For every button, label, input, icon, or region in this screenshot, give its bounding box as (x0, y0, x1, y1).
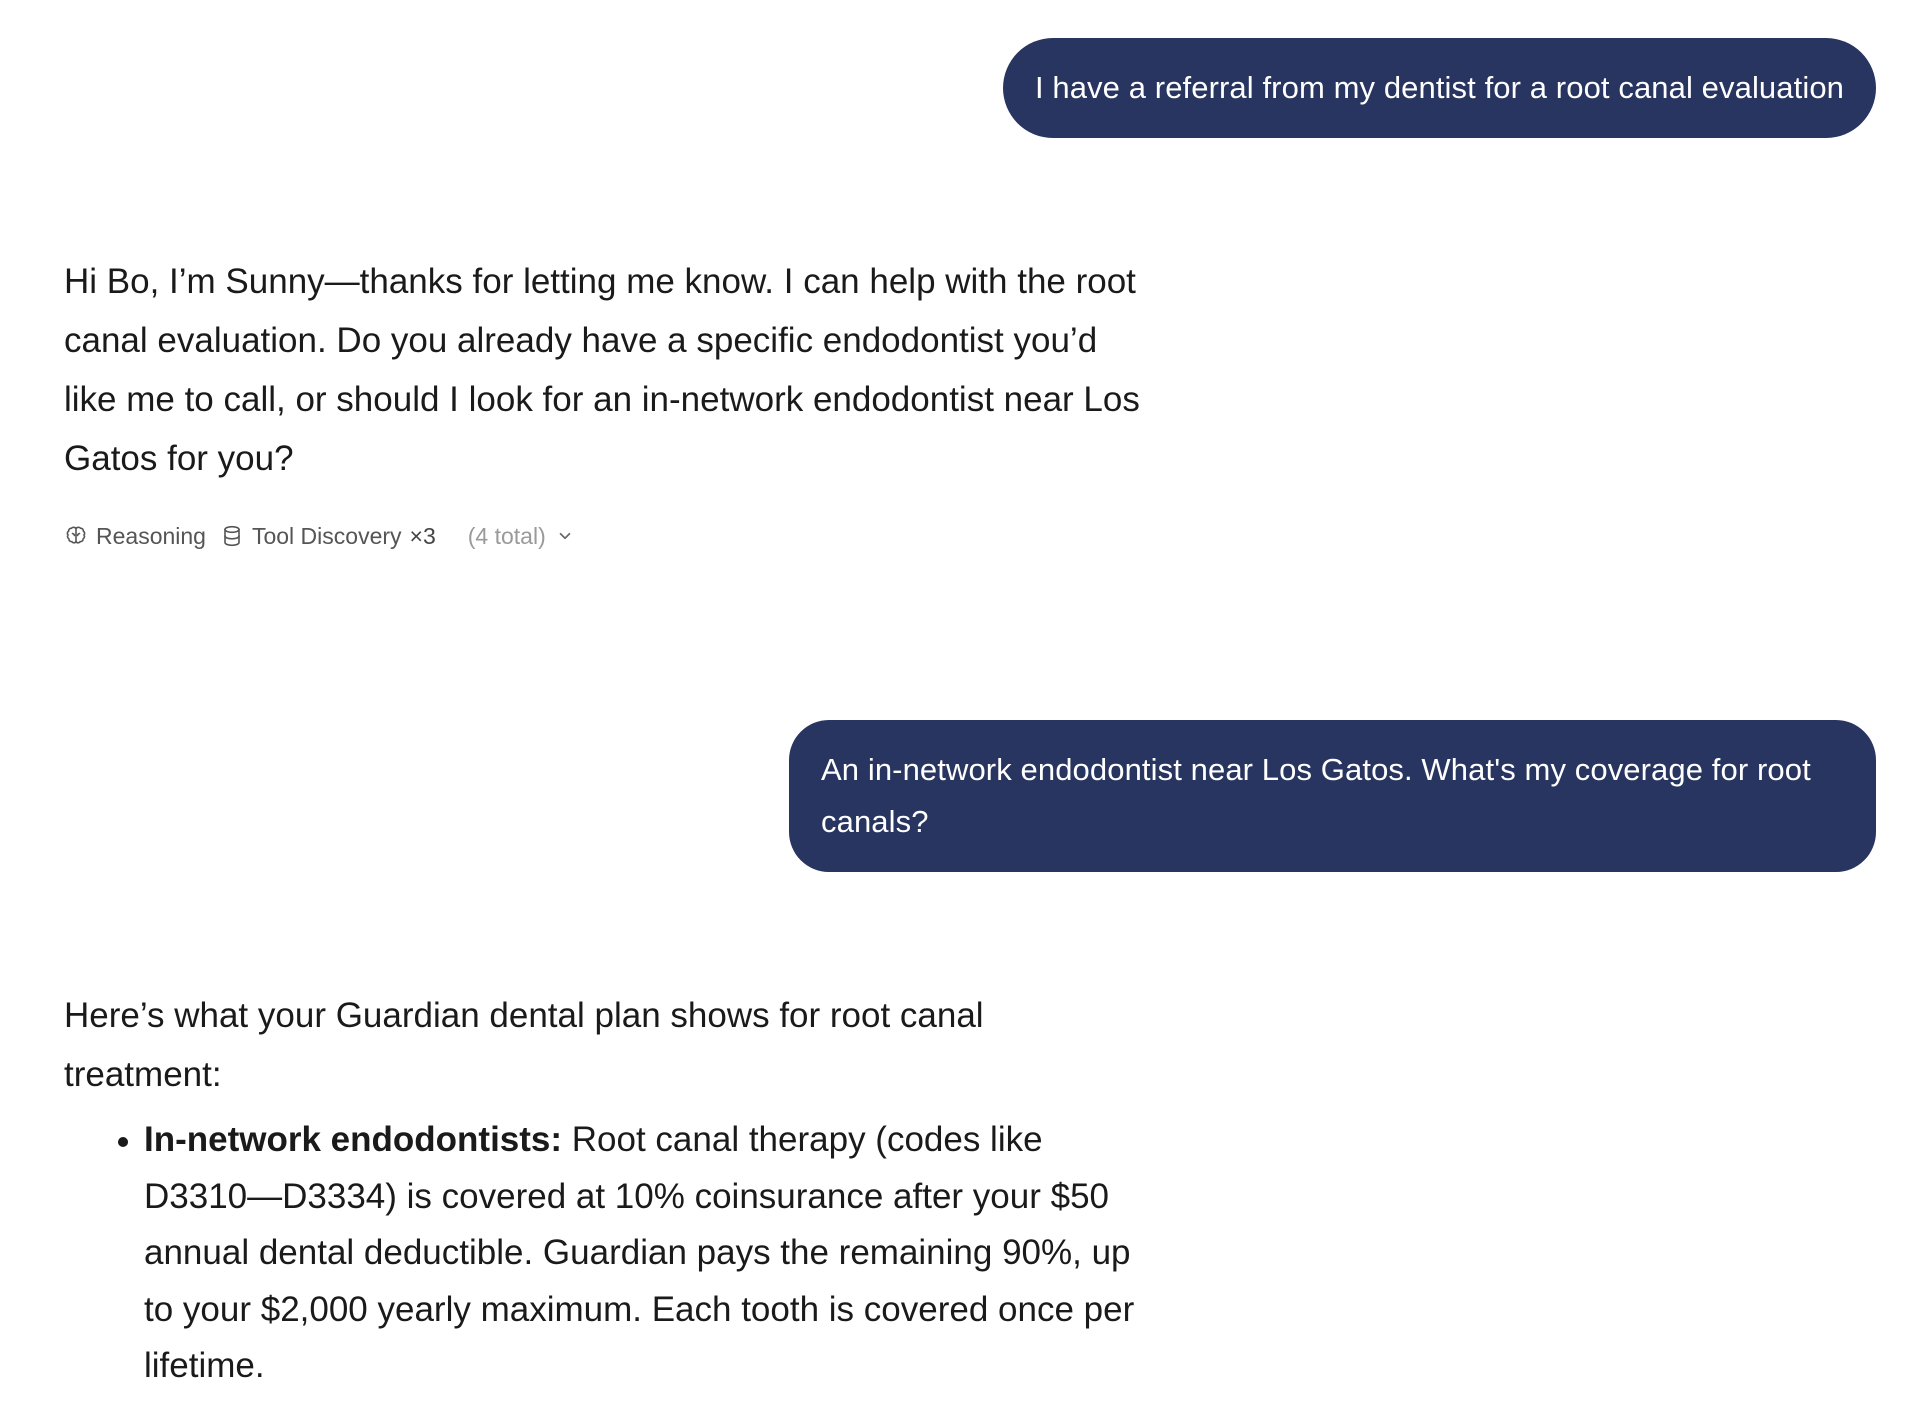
tool-discovery-chip[interactable]: Tool Discovery ×3 (220, 523, 436, 550)
user-message-bubble: I have a referral from my dentist for a … (1002, 38, 1876, 138)
database-icon (224, 525, 240, 547)
coverage-list-item: In-network endodontists: Root canal ther… (144, 1112, 1144, 1395)
reasoning-chip[interactable]: Reasoning (64, 523, 206, 550)
tool-usage-summary: Reasoning Tool Discovery ×3 (4 total) (64, 518, 574, 554)
coverage-item-text: Root canal therapy (codes like D3310—D33… (144, 1120, 1135, 1385)
chevron-down-icon (559, 532, 571, 540)
assistant-intro-text: Here’s what your Guardian dental plan sh… (64, 996, 984, 1094)
tool-discovery-count: ×3 (409, 522, 436, 549)
coverage-item-heading: In-network endodontists: (144, 1120, 563, 1159)
assistant-message: Hi Bo, I’m Sunny—thanks for letting me k… (64, 252, 1144, 488)
assistant-message: Here’s what your Guardian dental plan sh… (64, 986, 1144, 1395)
reasoning-label: Reasoning (96, 522, 206, 549)
user-message-bubble: An in-network endodontist near Los Gatos… (789, 720, 1876, 872)
assistant-message-text: Hi Bo, I’m Sunny—thanks for letting me k… (64, 262, 1140, 478)
user-message-text: An in-network endodontist near Los Gatos… (821, 752, 1811, 839)
coverage-list: In-network endodontists: Root canal ther… (64, 1112, 1144, 1395)
total-count-label: (4 total) (467, 522, 546, 549)
tool-discovery-label: Tool Discovery (251, 522, 402, 549)
user-message-text: I have a referral from my dentist for a … (1034, 70, 1844, 105)
expand-tool-details[interactable]: (4 total) (468, 523, 574, 550)
brain-icon (66, 526, 86, 544)
